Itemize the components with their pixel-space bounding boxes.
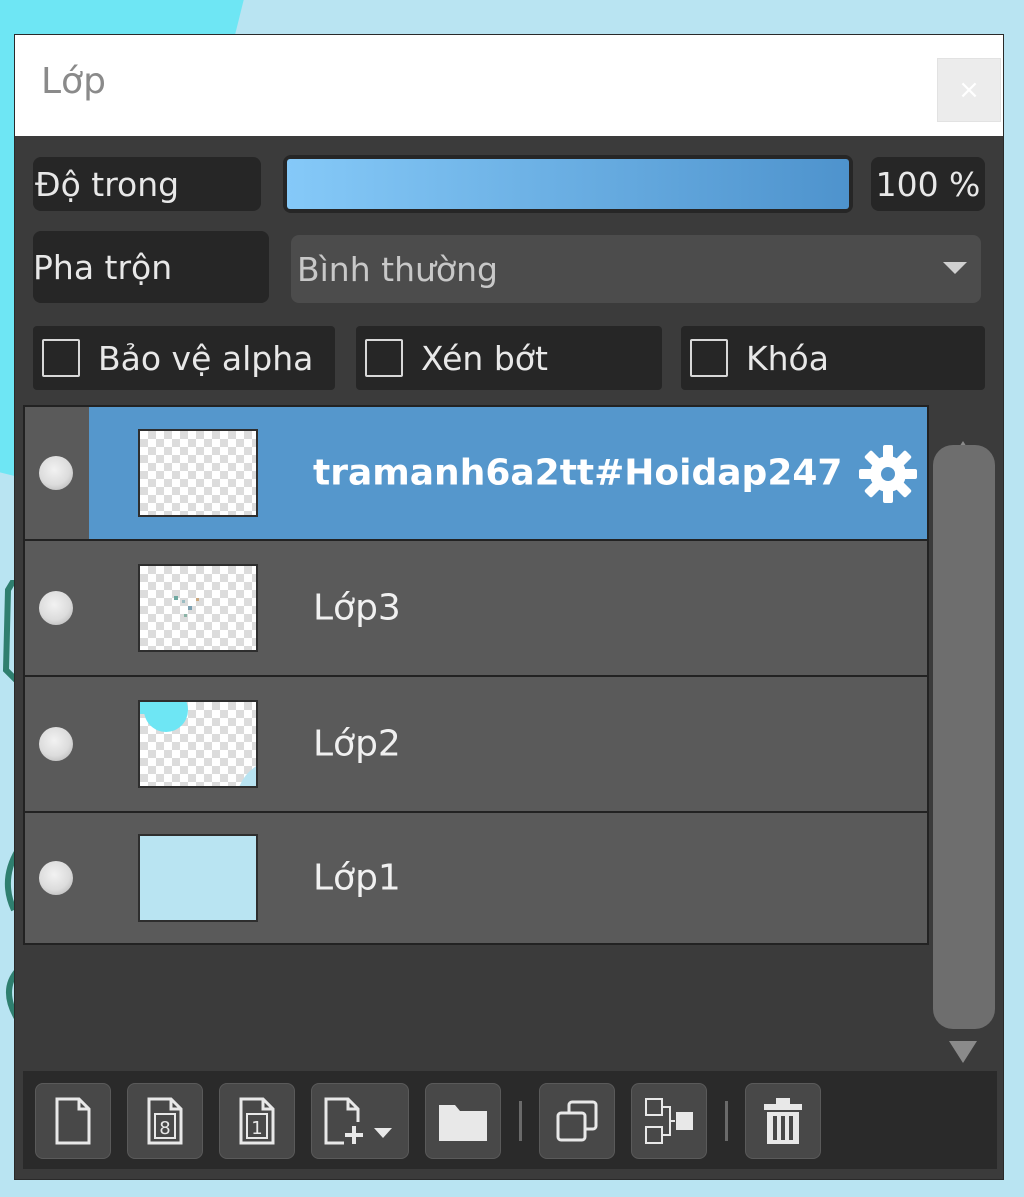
add-layer-dropdown-icon xyxy=(324,1097,392,1145)
layer-name: Lớp3 xyxy=(313,587,401,629)
checkbox-icon xyxy=(42,339,80,377)
panel-titlebar: Lớp × xyxy=(15,35,1003,136)
layer-toolbar: 8 1 xyxy=(23,1071,997,1169)
new-1bit-layer-icon: 1 xyxy=(239,1097,275,1145)
new-folder-button[interactable] xyxy=(425,1083,501,1159)
blend-mode-value: Bình thường xyxy=(297,249,498,289)
layer-thumbnail xyxy=(138,429,258,517)
opacity-slider-fill xyxy=(287,159,849,209)
add-layer-dropdown-button[interactable] xyxy=(311,1083,409,1159)
layer-row-selected[interactable]: tramanh6a2tt#Hoidap247 xyxy=(23,405,929,541)
layer-name: Lớp2 xyxy=(313,723,401,765)
layer-thumbnail xyxy=(138,834,258,922)
chevron-down-icon xyxy=(943,262,967,274)
layer-name: tramanh6a2tt#Hoidap247 xyxy=(313,452,843,494)
checkbox-icon xyxy=(365,339,403,377)
new-1bit-layer-button[interactable]: 1 xyxy=(219,1083,295,1159)
toolbar-separator xyxy=(725,1101,728,1141)
visibility-toggle[interactable] xyxy=(39,727,73,761)
lock-checkbox[interactable]: Khóa xyxy=(681,326,985,390)
visibility-toggle[interactable] xyxy=(39,591,73,625)
close-icon: × xyxy=(958,75,980,105)
lock-label: Khóa xyxy=(746,338,829,378)
new-8bit-layer-icon: 8 xyxy=(147,1097,183,1145)
duplicate-layer-icon xyxy=(556,1100,598,1142)
icon-8bit-text: 8 xyxy=(159,1118,170,1139)
opacity-slider[interactable] xyxy=(283,155,853,213)
visibility-toggle[interactable] xyxy=(39,456,73,490)
blend-mode-select[interactable]: Bình thường xyxy=(291,235,981,303)
new-folder-icon xyxy=(439,1105,487,1141)
gear-icon[interactable] xyxy=(857,443,919,505)
panel-title: Lớp xyxy=(41,61,106,102)
delete-layer-button[interactable] xyxy=(745,1083,821,1159)
layer-thumbnail xyxy=(138,564,258,652)
opacity-label: Độ trong xyxy=(33,157,261,211)
checkbox-icon xyxy=(690,339,728,377)
clipping-label: Xén bớt xyxy=(421,338,548,378)
layer-thumbnail-art xyxy=(174,596,199,617)
new-layer-icon xyxy=(55,1097,91,1145)
layer-row[interactable]: Lớp3 xyxy=(23,539,929,677)
layer-thumbnail xyxy=(138,700,258,788)
layer-name: Lớp1 xyxy=(313,857,401,899)
protect-alpha-checkbox[interactable]: Bảo vệ alpha xyxy=(33,326,335,390)
merge-layer-button[interactable] xyxy=(631,1083,707,1159)
scroll-down-arrow-icon[interactable] xyxy=(949,1041,977,1063)
layer-list: tramanh6a2tt#Hoidap247 Lớp3 Lớp2 Lớp1 xyxy=(23,405,929,1067)
clipping-checkbox[interactable]: Xén bớt xyxy=(356,326,662,390)
new-8bit-layer-button[interactable]: 8 xyxy=(127,1083,203,1159)
delete-layer-icon xyxy=(764,1098,802,1144)
layers-panel: Lớp × Độ trong 100 % Pha trộn Bình thườn… xyxy=(14,34,1004,1180)
duplicate-layer-button[interactable] xyxy=(539,1083,615,1159)
new-layer-button[interactable] xyxy=(35,1083,111,1159)
toolbar-separator xyxy=(519,1101,522,1141)
visibility-toggle[interactable] xyxy=(39,861,73,895)
opacity-value[interactable]: 100 % xyxy=(871,157,985,211)
scrollbar-thumb[interactable] xyxy=(933,445,995,1029)
layer-row[interactable]: Lớp1 xyxy=(23,811,929,945)
icon-1bit-text: 1 xyxy=(251,1118,262,1139)
protect-alpha-label: Bảo vệ alpha xyxy=(98,338,314,378)
layer-thumbnail-art xyxy=(140,702,256,786)
close-button[interactable]: × xyxy=(937,58,1001,122)
layer-row[interactable]: Lớp2 xyxy=(23,675,929,813)
merge-layer-icon xyxy=(645,1098,693,1144)
blend-mode-label: Pha trộn xyxy=(33,231,269,303)
